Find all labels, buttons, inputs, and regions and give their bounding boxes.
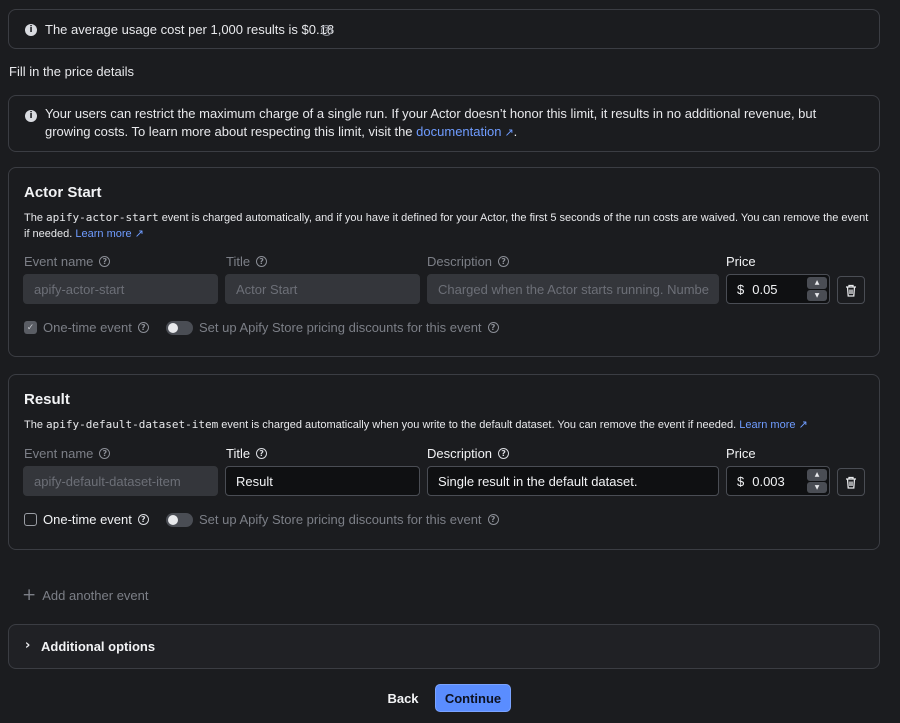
event-code: apify-actor-start: [46, 211, 159, 224]
one-time-label: One-time event: [43, 320, 132, 335]
add-event-label: Add another event: [42, 588, 149, 603]
event-name-label-text: Event name: [24, 446, 94, 461]
discounts-option[interactable]: Set up Apify Store pricing discounts for…: [166, 512, 499, 527]
increment-icon[interactable]: ▲: [807, 469, 827, 481]
usage-cost-text: The average usage cost per 1,000 results…: [45, 22, 335, 37]
one-time-label: One-time event: [43, 512, 132, 527]
discounts-label: Set up Apify Store pricing discounts for…: [199, 512, 482, 527]
description-label-text: Description: [427, 254, 493, 269]
help-icon[interactable]: ?: [498, 256, 510, 267]
learn-more-link[interactable]: Learn more ↗: [739, 418, 808, 431]
learn-more-link[interactable]: Learn more ↗: [75, 227, 144, 240]
desc-prefix: The: [24, 212, 43, 224]
description-field[interactable]: Charged when the Actor starts running. N…: [427, 274, 719, 304]
help-icon[interactable]: ?: [498, 448, 510, 459]
one-time-event-option[interactable]: One-time event ?: [24, 512, 149, 527]
price-value[interactable]: 0.05: [752, 282, 777, 297]
event-code: apify-default-dataset-item: [46, 418, 219, 431]
delete-event-button[interactable]: [837, 468, 865, 496]
learn-more-label[interactable]: Learn more: [75, 228, 131, 240]
desc-rest: event is charged automatically when you …: [221, 419, 737, 431]
discounts-toggle[interactable]: [166, 512, 193, 527]
description-field[interactable]: Single result in the default dataset.: [427, 466, 719, 496]
price-stepper[interactable]: ▲ ▼: [807, 277, 827, 301]
plus-icon: +: [22, 585, 37, 605]
title-field[interactable]: Actor Start: [225, 274, 420, 304]
external-link-icon: ↗: [134, 227, 144, 240]
form-heading: Fill in the price details: [9, 64, 134, 79]
title-label: Title ?: [226, 446, 268, 461]
event-name-field[interactable]: apify-actor-start: [23, 274, 218, 304]
max-charge-suffix: .: [513, 124, 518, 139]
description-label: Description ?: [427, 446, 510, 461]
discounts-toggle[interactable]: [166, 320, 193, 335]
external-link-icon: ↗: [798, 418, 808, 431]
back-button[interactable]: Back: [380, 684, 426, 712]
increment-icon[interactable]: ▲: [807, 277, 827, 289]
title-label: Title ?: [226, 254, 268, 269]
event-name-label-text: Event name: [24, 254, 94, 269]
max-charge-notice: i Your users can restrict the maximum ch…: [8, 95, 880, 152]
help-icon[interactable]: ?: [137, 514, 149, 525]
description-label: Description ?: [427, 254, 510, 269]
desc-prefix: The: [24, 419, 43, 431]
help-icon[interactable]: ?: [137, 322, 149, 333]
event-description: The apify-actor-start event is charged a…: [24, 210, 869, 242]
external-link-icon: ↗: [504, 126, 514, 139]
discounts-option[interactable]: Set up Apify Store pricing discounts for…: [166, 320, 499, 335]
one-time-checkbox[interactable]: [24, 513, 37, 526]
event-card-result: Result The apify-default-dataset-item ev…: [8, 374, 880, 550]
help-icon[interactable]: ?: [487, 322, 499, 333]
help-icon[interactable]: ?: [256, 448, 268, 459]
info-icon: i: [25, 110, 37, 122]
documentation-link-label[interactable]: documentation: [416, 124, 501, 139]
currency-symbol: $: [737, 281, 745, 297]
trash-icon: [846, 284, 856, 297]
event-description: The apify-default-dataset-item event is …: [24, 417, 869, 433]
help-icon[interactable]: ?: [256, 256, 268, 267]
event-name-field[interactable]: apify-default-dataset-item: [23, 466, 218, 496]
event-name-label: Event name ?: [24, 254, 111, 269]
event-heading: Result: [24, 391, 70, 408]
title-field[interactable]: Result: [225, 466, 420, 496]
documentation-link[interactable]: documentation ↗: [416, 124, 514, 139]
trash-icon: [846, 476, 856, 489]
discounts-label: Set up Apify Store pricing discounts for…: [199, 320, 482, 335]
decrement-icon[interactable]: ▼: [807, 481, 827, 493]
delete-event-button[interactable]: [837, 276, 865, 304]
event-name-label: Event name ?: [24, 446, 111, 461]
help-icon[interactable]: ?: [487, 514, 499, 525]
usage-cost-notice: i The average usage cost per 1,000 resul…: [8, 9, 880, 49]
price-field[interactable]: $ 0.003 ▲ ▼: [726, 466, 830, 496]
max-charge-text: Your users can restrict the maximum char…: [45, 105, 845, 142]
title-label-text: Title: [226, 446, 251, 461]
additional-options-panel[interactable]: › Additional options: [8, 624, 880, 669]
price-label: Price: [726, 446, 756, 461]
title-label-text: Title: [226, 254, 251, 269]
event-heading: Actor Start: [24, 184, 102, 201]
add-event-button[interactable]: + Add another event: [22, 587, 149, 604]
currency-symbol: $: [737, 473, 745, 489]
help-icon[interactable]: ?: [99, 448, 111, 459]
event-card-actor-start: Actor Start The apify-actor-start event …: [8, 167, 880, 357]
description-label-text: Description: [427, 446, 493, 461]
price-label: Price: [726, 254, 756, 269]
help-icon[interactable]: ?: [321, 25, 332, 36]
one-time-event-option[interactable]: ✓ One-time event ?: [24, 320, 149, 335]
learn-more-label[interactable]: Learn more: [739, 419, 795, 431]
price-value[interactable]: 0.003: [752, 474, 785, 489]
help-icon[interactable]: ?: [99, 256, 111, 267]
chevron-right-icon: ›: [25, 638, 31, 653]
price-field[interactable]: $ 0.05 ▲ ▼: [726, 274, 830, 304]
one-time-checkbox[interactable]: ✓: [24, 321, 37, 334]
info-icon: i: [25, 24, 37, 36]
additional-options-label[interactable]: Additional options: [41, 639, 155, 654]
continue-button[interactable]: Continue: [435, 684, 511, 712]
decrement-icon[interactable]: ▼: [807, 289, 827, 301]
price-stepper[interactable]: ▲ ▼: [807, 469, 827, 493]
